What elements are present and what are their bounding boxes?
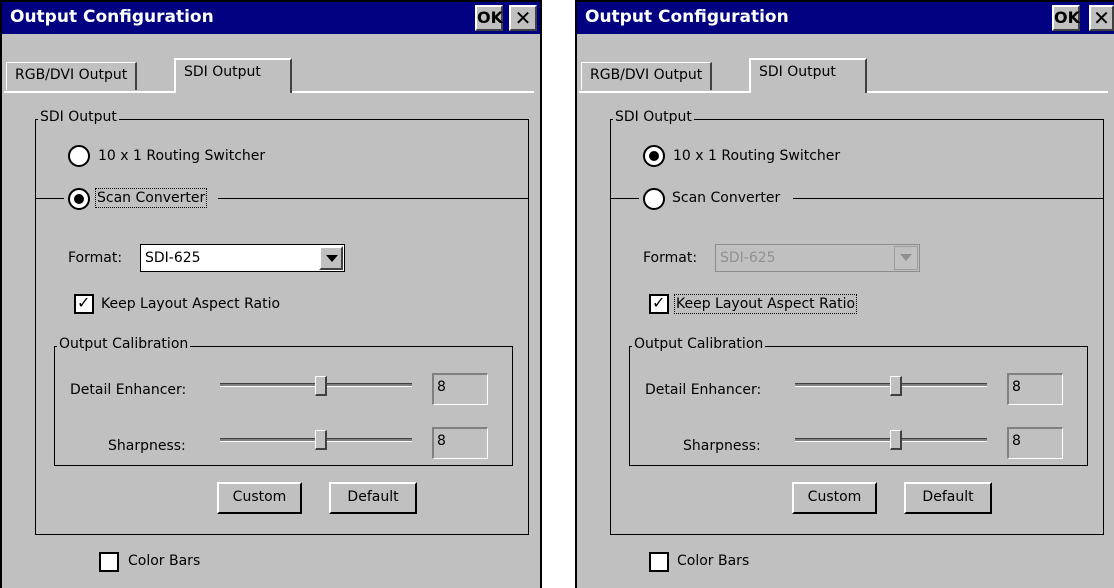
sharpness-value-text: 8: [437, 433, 446, 449]
detail-enhancer-slider-thumb[interactable]: [890, 376, 902, 396]
detail-enhancer-slider-thumb[interactable]: [315, 376, 327, 396]
sharpness-value-text: 8: [1012, 433, 1021, 449]
dialog-title: Output Configuration: [585, 7, 789, 27]
detail-enhancer-value-text: 8: [1012, 379, 1021, 395]
titlebar: Output Configuration OK ✕: [2, 2, 540, 34]
default-button[interactable]: Default: [904, 482, 992, 514]
keep-aspect-checkbox[interactable]: ✓: [649, 293, 669, 314]
scan-converter-label: Scan Converter: [94, 188, 208, 208]
output-configuration-dialog-right: Output Configuration OK ✕ RGB/DVI Output…: [575, 0, 1114, 588]
custom-button[interactable]: Custom: [792, 482, 877, 514]
tab-sdi-output[interactable]: SDI Output: [174, 58, 292, 93]
detail-enhancer-value-text: 8: [437, 379, 446, 395]
routing-switcher-label: 10 x 1 Routing Switcher: [98, 148, 266, 164]
tab-rgb-dvi-output[interactable]: RGB/DVI Output: [6, 62, 138, 90]
format-dropdown[interactable]: SDI-625: [715, 244, 920, 272]
format-value: SDI-625: [720, 250, 776, 266]
chevron-down-icon[interactable]: [319, 246, 343, 270]
scan-converter-radio[interactable]: [643, 188, 665, 210]
sdi-output-group-label: SDI Output: [38, 109, 119, 125]
detail-enhancer-label: Detail Enhancer:: [645, 382, 762, 398]
sharpness-value: 8: [432, 427, 488, 459]
format-value: SDI-625: [145, 250, 201, 266]
scan-converter-label: Scan Converter: [672, 190, 781, 206]
sharpness-slider-thumb[interactable]: [890, 430, 902, 450]
tab-sdi-output[interactable]: SDI Output: [749, 58, 867, 93]
close-icon[interactable]: ✕: [509, 5, 537, 31]
custom-button[interactable]: Custom: [217, 482, 302, 514]
checkmark-icon: ✓: [77, 293, 91, 312]
titlebar: Output Configuration OK ✕: [577, 2, 1114, 34]
sharpness-label: Sharpness:: [683, 438, 761, 454]
ok-button[interactable]: OK: [475, 5, 503, 31]
routing-switcher-radio[interactable]: [643, 145, 665, 167]
keep-aspect-label: Keep Layout Aspect Ratio: [673, 294, 858, 314]
close-icon[interactable]: ✕: [1089, 5, 1114, 31]
tab-rgb-dvi-output[interactable]: RGB/DVI Output: [581, 62, 713, 90]
sdi-output-group-label: SDI Output: [613, 109, 694, 125]
dialog-title: Output Configuration: [10, 7, 214, 27]
keep-aspect-checkbox[interactable]: ✓: [74, 293, 94, 314]
format-label: Format:: [68, 250, 123, 266]
routing-switcher-label: 10 x 1 Routing Switcher: [673, 148, 841, 164]
ok-button[interactable]: OK: [1052, 5, 1080, 31]
scan-converter-radio[interactable]: [68, 188, 90, 210]
keep-aspect-label: Keep Layout Aspect Ratio: [101, 296, 281, 312]
sharpness-value: 8: [1007, 427, 1063, 459]
detail-enhancer-label: Detail Enhancer:: [70, 382, 187, 398]
detail-enhancer-value: 8: [432, 373, 488, 405]
output-configuration-dialog-left: Output Configuration OK ✕ RGB/DVI Output…: [0, 0, 542, 588]
output-calibration-label: Output Calibration: [632, 336, 766, 352]
default-button[interactable]: Default: [329, 482, 417, 514]
detail-enhancer-value: 8: [1007, 373, 1063, 405]
output-calibration-label: Output Calibration: [57, 336, 191, 352]
color-bars-checkbox[interactable]: [649, 552, 669, 572]
color-bars-label: Color Bars: [128, 553, 201, 569]
sharpness-slider-thumb[interactable]: [315, 430, 327, 450]
radio-selected-dot: [649, 151, 659, 161]
format-dropdown[interactable]: SDI-625: [140, 244, 345, 272]
chevron-down-icon[interactable]: [894, 246, 918, 270]
radio-selected-dot: [74, 194, 84, 204]
color-bars-checkbox[interactable]: [99, 552, 119, 572]
routing-switcher-radio[interactable]: [68, 145, 90, 167]
checkmark-icon: ✓: [652, 293, 666, 312]
color-bars-label: Color Bars: [677, 553, 750, 569]
sharpness-label: Sharpness:: [108, 438, 186, 454]
format-label: Format:: [643, 250, 698, 266]
